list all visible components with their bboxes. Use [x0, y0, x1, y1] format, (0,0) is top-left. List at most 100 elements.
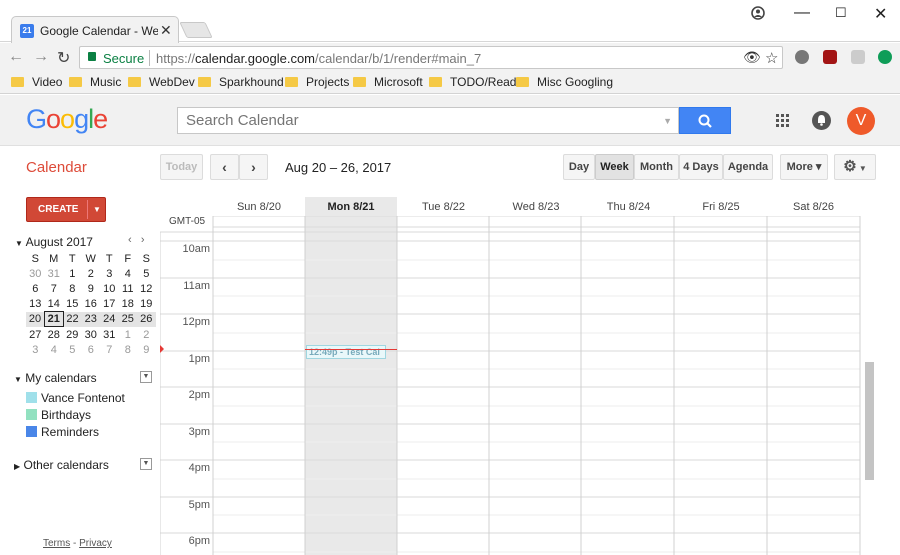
minical-day[interactable]: 20	[26, 311, 45, 327]
minical-day[interactable]: 7	[45, 281, 64, 296]
today-button[interactable]: Today	[160, 154, 203, 180]
minical-day[interactable]: 2	[82, 266, 101, 281]
minical-day[interactable]: 6	[26, 281, 45, 296]
terms-link[interactable]: Terms	[43, 538, 70, 549]
minical-day[interactable]: 12	[137, 281, 156, 296]
day-header[interactable]: Thu 8/24	[582, 201, 675, 213]
minical-day[interactable]: 19	[137, 297, 156, 312]
minical-day[interactable]: 31	[45, 266, 64, 281]
minical-day[interactable]: 14	[45, 297, 64, 312]
minical-day[interactable]: 30	[26, 266, 45, 281]
minical-day[interactable]: 3	[100, 266, 119, 281]
prev-period-button[interactable]: ‹	[210, 154, 239, 180]
minical-day[interactable]: 31	[100, 327, 119, 342]
page-title[interactable]: Calendar	[26, 159, 87, 176]
my-calendars-header[interactable]: ▼ My calendars	[14, 371, 97, 385]
minical-day[interactable]: 4	[119, 266, 138, 281]
next-period-button[interactable]: ›	[239, 154, 268, 180]
minical-day[interactable]: 6	[82, 342, 101, 357]
more-button[interactable]: More ▾	[780, 154, 828, 180]
view-day-button[interactable]: Day	[563, 154, 595, 180]
minimize-icon[interactable]: —	[794, 4, 810, 22]
create-button[interactable]: CREATE ▼	[26, 197, 106, 222]
week-grid[interactable]	[160, 216, 865, 555]
apps-grid-icon[interactable]	[776, 114, 790, 128]
minical-day[interactable]: 1	[63, 266, 82, 281]
settings-button[interactable]: ⚙ ▼	[834, 154, 876, 180]
search-button[interactable]	[679, 107, 731, 134]
profile-icon[interactable]	[751, 6, 765, 20]
forward-icon[interactable]: →	[33, 48, 49, 66]
minical-day[interactable]: 18	[119, 297, 138, 312]
calendar-item-reminders[interactable]: Reminders	[26, 425, 99, 439]
minical-day[interactable]: 22	[63, 311, 82, 327]
bookmark-todo-read[interactable]: TODO/Read	[429, 75, 516, 89]
minical-day[interactable]: 5	[137, 266, 156, 281]
minical-day[interactable]: 7	[100, 342, 119, 357]
browser-tab[interactable]: 21 Google Calendar - Week ✕	[11, 16, 179, 43]
bookmark-music[interactable]: Music	[69, 75, 121, 89]
other-calendars-header[interactable]: ▶ Other calendars	[14, 458, 109, 472]
minical-day[interactable]: 8	[63, 281, 82, 296]
extension-gear-icon[interactable]	[795, 50, 809, 64]
notifications-bell-icon[interactable]	[812, 111, 831, 130]
other-calendars-menu-icon[interactable]: ▼	[140, 458, 152, 470]
calendar-item-birthdays[interactable]: Birthdays	[26, 408, 91, 422]
minical-day[interactable]: 3	[26, 342, 45, 357]
extension-update-icon[interactable]	[878, 50, 892, 64]
bookmark-sparkhound[interactable]: Sparkhound	[198, 75, 284, 89]
minical-day[interactable]: 4	[45, 342, 64, 357]
extension-ublock-icon[interactable]	[823, 50, 837, 64]
tab-close-icon[interactable]: ✕	[160, 22, 172, 39]
bookmark-projects[interactable]: Projects	[285, 75, 349, 89]
minical-day[interactable]: 25	[118, 311, 137, 327]
minical-day[interactable]: 2	[137, 327, 156, 342]
minical-title[interactable]: ▼ August 2017	[15, 235, 93, 249]
day-header[interactable]: Sat 8/26	[767, 201, 860, 213]
new-tab-button[interactable]	[179, 22, 213, 38]
search-input[interactable]	[178, 108, 658, 133]
privacy-link[interactable]: Privacy	[79, 538, 112, 549]
search-options-icon[interactable]: ▼	[663, 116, 672, 126]
view-4days-button[interactable]: 4 Days	[679, 154, 723, 180]
minical-day[interactable]: 10	[100, 281, 119, 296]
calendar-event[interactable]: 12:49p - Test Cal	[306, 345, 386, 359]
extension-pocket-icon[interactable]	[851, 50, 865, 64]
view-week-button[interactable]: Week	[595, 154, 634, 180]
minical-day[interactable]: 17	[100, 297, 119, 312]
minical-day[interactable]: 16	[82, 297, 101, 312]
minical-day[interactable]: 26	[137, 311, 156, 327]
minical-day-today[interactable]: 21	[44, 311, 64, 328]
window-close-icon[interactable]: ✕	[874, 4, 887, 24]
minical-day[interactable]: 9	[137, 342, 156, 357]
minical-day[interactable]: 1	[119, 327, 138, 342]
bookmark-star-icon[interactable]: ☆	[765, 49, 778, 67]
minical-day[interactable]: 28	[45, 327, 64, 342]
grid-scrollbar[interactable]	[865, 362, 874, 480]
back-icon[interactable]: ←	[8, 48, 24, 66]
day-header-today[interactable]: Mon 8/21	[305, 201, 397, 213]
minical-next-icon[interactable]: ›	[141, 234, 145, 246]
minical-day[interactable]: 23	[81, 311, 100, 327]
create-dropdown-icon[interactable]: ▼	[93, 198, 101, 221]
day-header[interactable]: Tue 8/22	[397, 201, 490, 213]
view-agenda-button[interactable]: Agenda	[723, 154, 773, 180]
bookmark-microsoft[interactable]: Microsoft	[353, 75, 423, 89]
reload-icon[interactable]: ↻	[57, 48, 70, 68]
minical-day[interactable]: 9	[82, 281, 101, 296]
minical-day[interactable]: 24	[100, 311, 119, 327]
day-header[interactable]: Fri 8/25	[675, 201, 767, 213]
minical-day[interactable]: 8	[119, 342, 138, 357]
minical-day[interactable]: 13	[26, 297, 45, 312]
day-header[interactable]: Sun 8/20	[213, 201, 305, 213]
minical-day[interactable]: 29	[63, 327, 82, 342]
my-calendars-menu-icon[interactable]: ▼	[140, 371, 152, 383]
bookmark-video[interactable]: Video	[11, 75, 62, 89]
minical-day[interactable]: 30	[82, 327, 101, 342]
calendar-item-vance[interactable]: Vance Fontenot	[26, 391, 125, 405]
bookmark-misc-googling[interactable]: Misc Googling	[516, 75, 613, 89]
google-logo[interactable]: Google	[26, 104, 108, 135]
minical-day[interactable]: 5	[63, 342, 82, 357]
minical-day[interactable]: 11	[119, 281, 138, 296]
address-bar[interactable]: Secure https://calendar.google.com/calen…	[79, 46, 783, 69]
